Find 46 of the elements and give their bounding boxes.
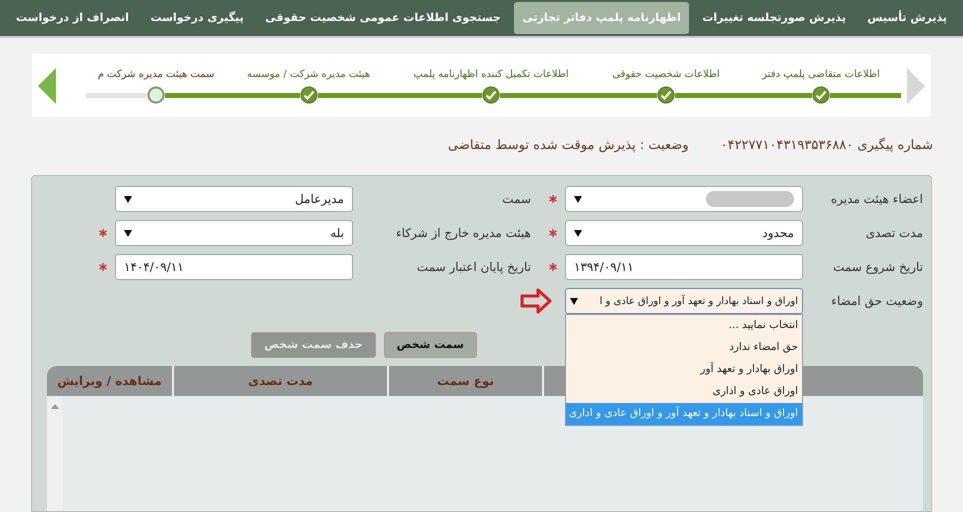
step-label: اطلاعات متقاضی پلمپ دفتر bbox=[762, 68, 880, 82]
field-label: تاریخ پایان اعتبار سمت bbox=[416, 259, 531, 276]
field-label: اعضاء هیئت مدیره bbox=[830, 191, 923, 208]
dropdown-option[interactable]: اوراق بهادار و تعهد آور bbox=[566, 359, 802, 381]
scroll-up-icon[interactable] bbox=[51, 404, 59, 409]
dropdown-option[interactable]: اوراق عادی و اداری bbox=[566, 381, 802, 403]
field-label: سمت bbox=[501, 191, 531, 208]
forward-arrow-icon[interactable] bbox=[36, 66, 58, 106]
column-header: نوع سمت bbox=[387, 366, 542, 396]
request-status: وضعیت : پذیرش موقت شده توسط متقاضی bbox=[448, 137, 689, 156]
select-field[interactable] bbox=[565, 186, 803, 212]
nav-tab[interactable]: پیگیری درخواست bbox=[142, 2, 252, 34]
select-field[interactable]: اوراق و اسناد بهادار و تعهد آور و اوراق عادی و ا bbox=[565, 288, 803, 314]
field-label: تاریخ شروع سمت bbox=[832, 259, 923, 276]
step-label: هیئت مدیره شرکت / موسسه bbox=[246, 68, 370, 82]
select-field[interactable]: محدود bbox=[565, 220, 803, 246]
column-header: مشاهده / ویرایش bbox=[56, 373, 163, 390]
select-value: مدیرعامل bbox=[294, 191, 344, 208]
select-value: اوراق و اسناد بهادار و تعهد آور و اوراق عادی و ا bbox=[600, 294, 798, 308]
dropdown-caret-icon bbox=[124, 196, 132, 202]
dropdown-option[interactable]: حق امضاء ندارد bbox=[566, 337, 802, 359]
step-label: اطلاعات شخصیت حقوقی bbox=[612, 68, 720, 82]
date-input[interactable]: ۱۳۹۴/۰۹/۱۱ bbox=[565, 254, 803, 280]
step-label: اطلاعات تکمیل کننده اظهارنامه پلمپ bbox=[413, 68, 569, 82]
dropdown-option[interactable]: انتخاب نمایید ... bbox=[566, 315, 802, 337]
dropdown-caret-icon bbox=[570, 298, 578, 304]
nav-tab[interactable]: پذیرش تأسیس bbox=[859, 2, 955, 34]
dropdown-caret-icon bbox=[124, 230, 132, 236]
field-label: هیئت مدیره خارج از شرکاء bbox=[394, 225, 531, 242]
nav-tab[interactable]: پذیرش صورتجلسه تغییرات bbox=[694, 2, 854, 34]
step-label: سمت هیئت مدیره شرکت م bbox=[98, 68, 214, 82]
dropdown-caret-icon bbox=[574, 196, 582, 202]
date-input[interactable]: ۱۴۰۴/۰۹/۱۱ bbox=[115, 254, 353, 280]
tracking-number: شماره پیگیری ۰۴۲۲۷۷۱۰۴۳۱۹۳۵۳۶۸۸۰ bbox=[720, 136, 933, 156]
select-field[interactable]: مدیرعامل bbox=[115, 186, 353, 212]
field-label: مدت تصدی bbox=[864, 225, 923, 242]
dropdown-caret-icon bbox=[574, 230, 582, 236]
select-field[interactable]: بله bbox=[115, 220, 353, 246]
nav-tab[interactable]: جستجوی اطلاعات عمومی شخصیت حقوقی bbox=[257, 2, 509, 34]
select-value: محدود bbox=[762, 225, 794, 242]
nav-tab[interactable]: انصراف از درخواست bbox=[8, 2, 137, 34]
column-header: مدت تصدی bbox=[172, 366, 387, 396]
field-label: وضعیت حق امضاء bbox=[830, 293, 923, 310]
scrollbar[interactable] bbox=[47, 396, 63, 511]
select-value: بله bbox=[330, 225, 344, 242]
action-button[interactable]: سمت شخص bbox=[384, 332, 477, 358]
